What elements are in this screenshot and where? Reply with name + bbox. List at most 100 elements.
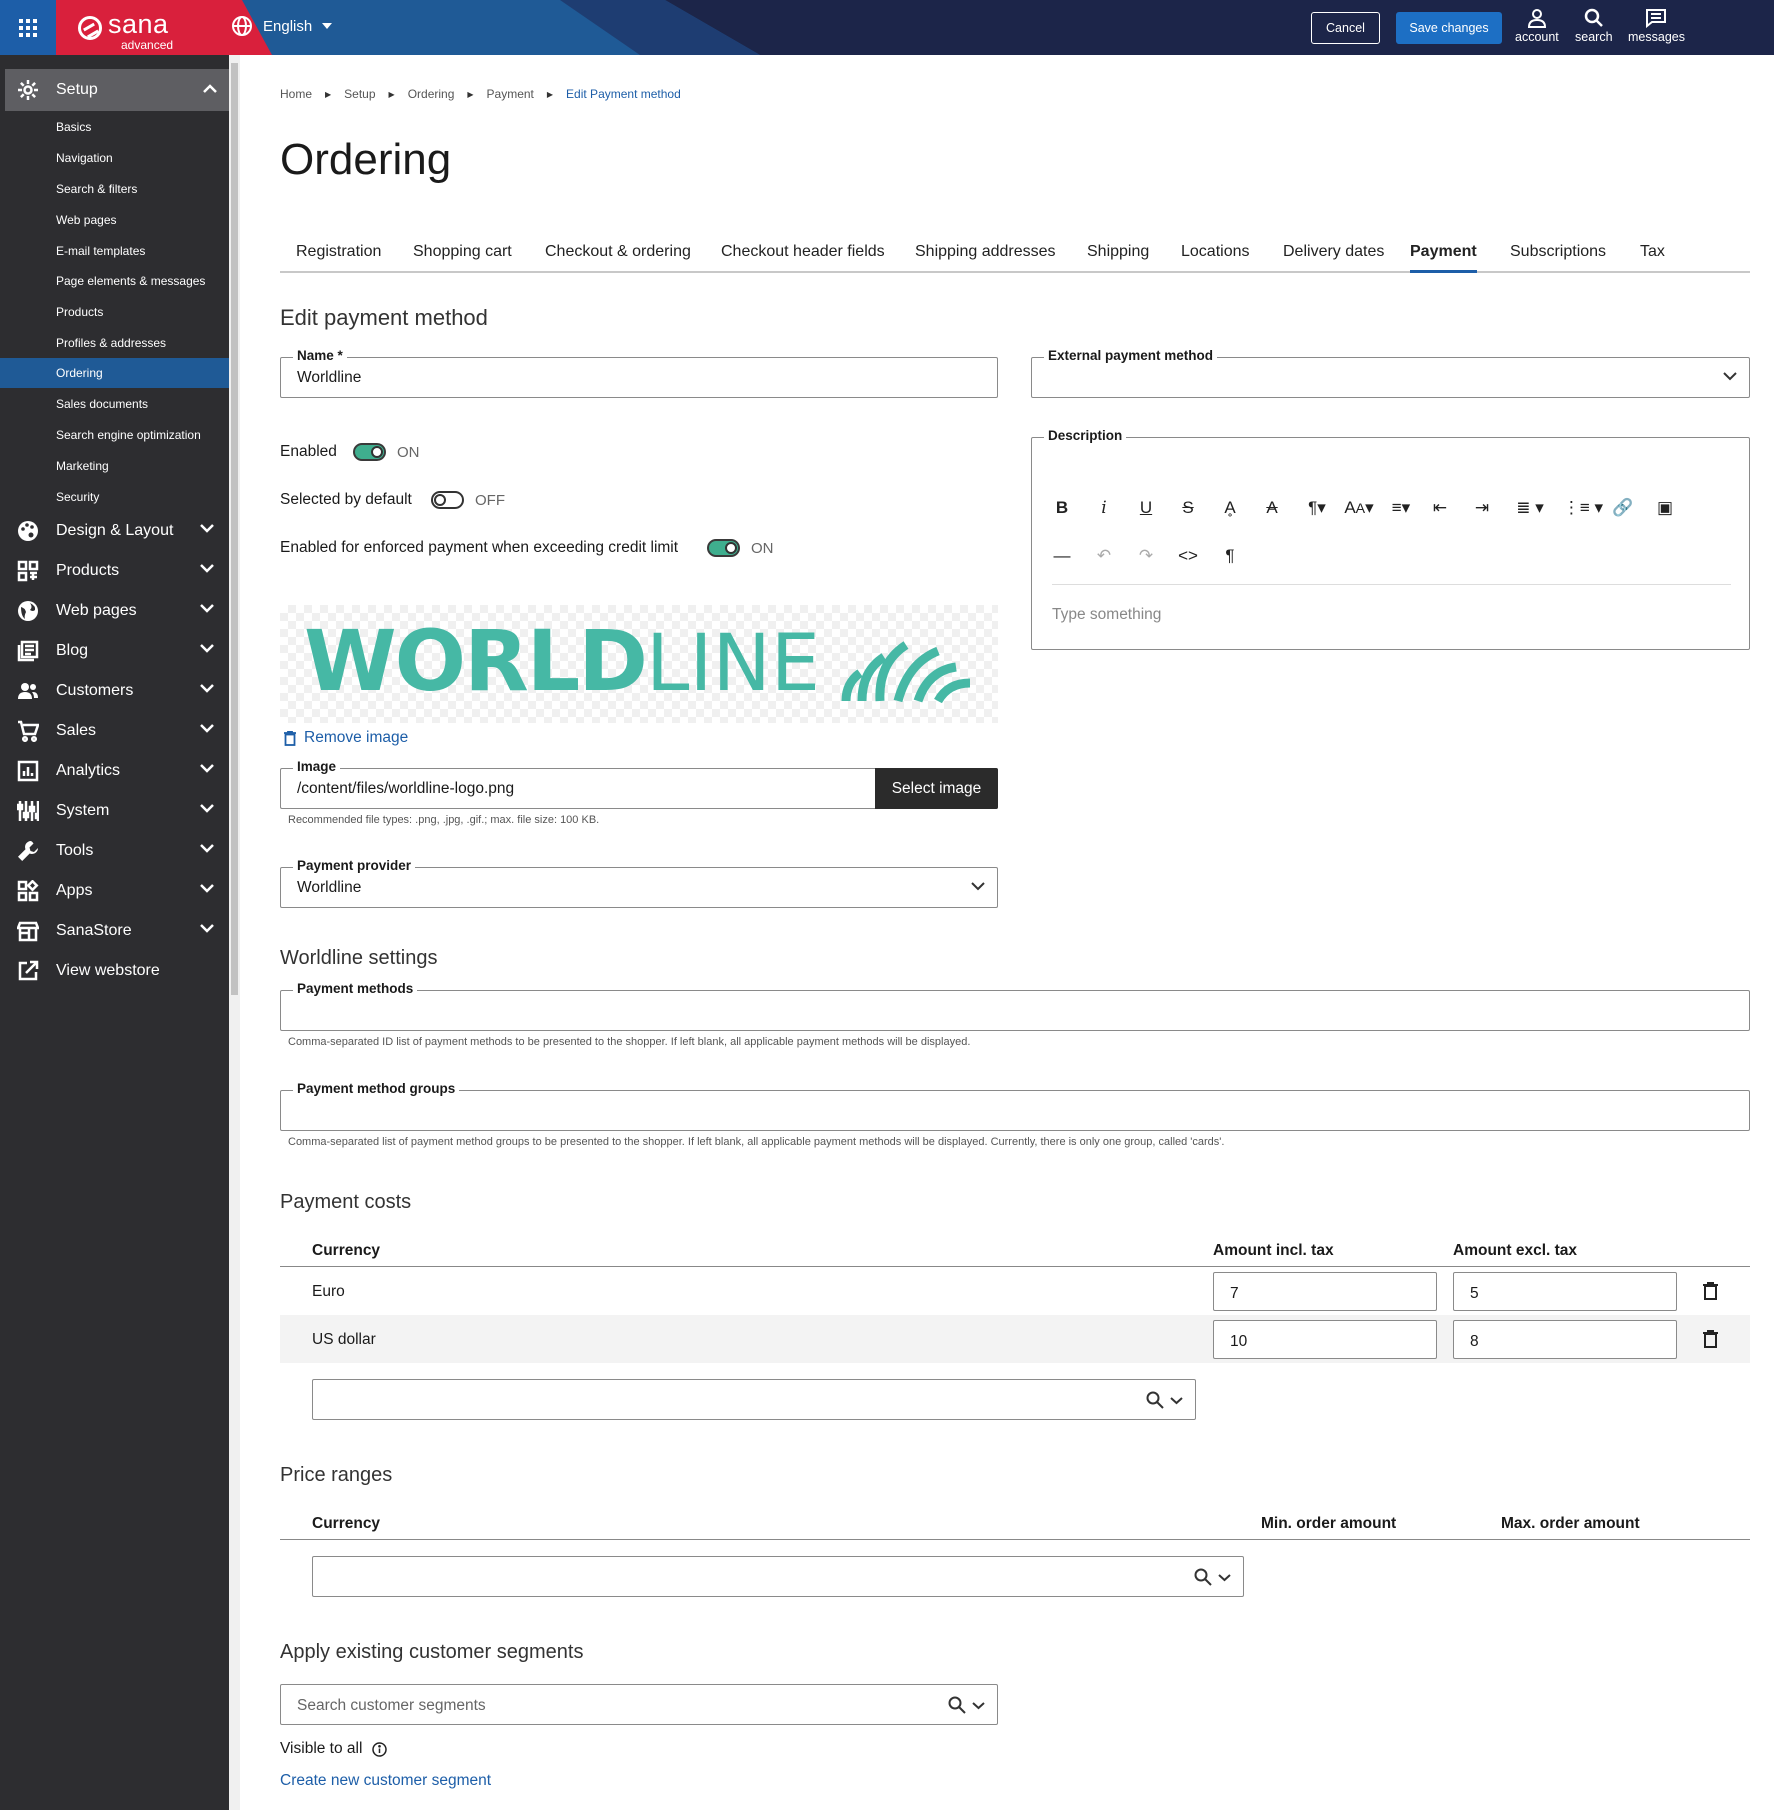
- sidebar-sub-item[interactable]: Navigation: [0, 143, 229, 173]
- customer-segments-search[interactable]: Search customer segments: [280, 1684, 998, 1725]
- column-header-max-order-amount: Max. order amount: [1501, 1515, 1640, 1532]
- amount-excl-tax-input[interactable]: 5: [1453, 1272, 1677, 1311]
- sidebar-sub-item[interactable]: Page elements & messages: [0, 266, 229, 296]
- cancel-button[interactable]: Cancel: [1311, 12, 1380, 44]
- tab-checkout-header-fields[interactable]: Checkout header fields: [721, 243, 885, 273]
- sidebar-item-tools[interactable]: Tools: [0, 831, 229, 871]
- amount-incl-tax-input[interactable]: 7: [1213, 1272, 1437, 1311]
- sidebar-item-apps[interactable]: Apps: [0, 871, 229, 911]
- sidebar-item-sanastore[interactable]: SanaStore: [0, 911, 229, 951]
- text-color-icon[interactable]: Ḁ: [1215, 498, 1245, 518]
- outdent-icon[interactable]: ⇤: [1425, 498, 1455, 518]
- description-placeholder[interactable]: Type something: [1052, 606, 1161, 624]
- tab-shipping[interactable]: Shipping: [1087, 243, 1149, 273]
- payment-method-groups-field[interactable]: Payment method groups: [280, 1081, 1750, 1131]
- tab-payment[interactable]: Payment: [1410, 243, 1477, 273]
- sidebar-item-system[interactable]: System: [0, 791, 229, 831]
- sidebar-section-setup[interactable]: Setup: [5, 69, 229, 111]
- sidebar-sub-item[interactable]: Products: [0, 297, 229, 327]
- messages-button[interactable]: messages: [1628, 8, 1685, 44]
- add-currency-combobox[interactable]: [312, 1379, 1196, 1420]
- show-blocks-icon[interactable]: ¶: [1215, 546, 1245, 566]
- sidebar-item-blog[interactable]: Blog: [0, 631, 229, 671]
- undo-icon[interactable]: ↶: [1089, 546, 1119, 566]
- italic-icon[interactable]: i: [1089, 498, 1119, 518]
- language-selector[interactable]: English: [231, 15, 333, 37]
- sidebar-sub-item[interactable]: Sales documents: [0, 389, 229, 419]
- sidebar-sub-item[interactable]: Search engine optimization: [0, 420, 229, 450]
- indent-icon[interactable]: ⇥: [1467, 498, 1497, 518]
- amount-incl-tax-input[interactable]: 10: [1213, 1320, 1437, 1359]
- sidebar-item-view-webstore[interactable]: View webstore: [0, 951, 229, 991]
- link-icon[interactable]: 🔗: [1608, 498, 1638, 518]
- sidebar-item-analytics[interactable]: Analytics: [0, 751, 229, 791]
- font-size-icon[interactable]: AA▾: [1341, 498, 1377, 518]
- tab-checkout-ordering[interactable]: Checkout & ordering: [545, 243, 691, 273]
- remove-image-link[interactable]: Remove image: [284, 729, 408, 747]
- redo-icon[interactable]: ↷: [1131, 546, 1161, 566]
- breadcrumb-setup[interactable]: Setup: [344, 87, 375, 101]
- add-price-range-currency-combobox[interactable]: [312, 1556, 1244, 1597]
- delete-row-icon[interactable]: [1703, 1330, 1718, 1348]
- sidebar-item-web-pages[interactable]: Web pages: [0, 591, 229, 631]
- unordered-list-icon[interactable]: ⋮≡ ▾: [1562, 498, 1604, 518]
- account-button[interactable]: account: [1515, 8, 1559, 44]
- sidebar-scrollbar-thumb[interactable]: [231, 63, 238, 995]
- delete-row-icon[interactable]: [1703, 1282, 1718, 1300]
- enforced-payment-toggle[interactable]: [707, 539, 740, 557]
- paragraph-format-icon[interactable]: ¶▾: [1299, 498, 1335, 518]
- save-changes-button[interactable]: Save changes: [1396, 12, 1502, 44]
- ordered-list-icon[interactable]: ≣ ▾: [1509, 498, 1551, 518]
- search-button[interactable]: search: [1575, 8, 1613, 44]
- sidebar-sub-item[interactable]: Basics: [0, 112, 229, 142]
- code-view-icon[interactable]: <>: [1173, 546, 1203, 566]
- sidebar-item-design-layout[interactable]: Design & Layout: [0, 511, 229, 551]
- create-customer-segment-link[interactable]: Create new customer segment: [280, 1772, 491, 1790]
- tab-delivery-dates[interactable]: Delivery dates: [1283, 243, 1384, 273]
- payment-provider-select[interactable]: Payment provider Worldline: [280, 858, 998, 908]
- info-icon[interactable]: [372, 1741, 388, 1757]
- tab-locations[interactable]: Locations: [1181, 243, 1250, 273]
- tab-registration[interactable]: Registration: [296, 243, 381, 273]
- horizontal-rule-icon[interactable]: —: [1047, 546, 1077, 566]
- clear-formatting-icon[interactable]: A: [1257, 498, 1287, 518]
- sidebar-sub-item[interactable]: Web pages: [0, 205, 229, 235]
- sidebar-item-products[interactable]: Products: [0, 551, 229, 591]
- sidebar-sub-item[interactable]: Security: [0, 482, 229, 512]
- align-icon[interactable]: ≡▾: [1383, 498, 1419, 518]
- sidebar-scrollbar[interactable]: [229, 55, 240, 1810]
- tab-subscriptions[interactable]: Subscriptions: [1510, 243, 1606, 273]
- description-editor[interactable]: Description B i U S Ḁ A ¶▾ AA▾ ≡▾ ⇤ ⇥ ≣…: [1031, 428, 1750, 650]
- sidebar-sub-item[interactable]: E-mail templates: [0, 236, 229, 266]
- bold-icon[interactable]: B: [1047, 498, 1077, 518]
- external-payment-method-select[interactable]: External payment method: [1031, 348, 1750, 398]
- sidebar-sub-item[interactable]: Profiles & addresses: [0, 328, 229, 358]
- amount-excl-tax-input[interactable]: 8: [1453, 1320, 1677, 1359]
- payment-methods-field[interactable]: Payment methods: [280, 981, 1750, 1031]
- sidebar-sub-item[interactable]: Search & filters: [0, 174, 229, 204]
- sidebar-item-customers[interactable]: Customers: [0, 671, 229, 711]
- tab-shopping-cart[interactable]: Shopping cart: [413, 243, 512, 273]
- column-header-amount-incl-tax: Amount incl. tax: [1213, 1242, 1334, 1259]
- breadcrumb-home[interactable]: Home: [280, 87, 312, 101]
- underline-icon[interactable]: U: [1131, 498, 1161, 518]
- chevron-down-icon: [200, 724, 214, 733]
- selected-by-default-toggle[interactable]: [431, 491, 464, 509]
- app-launcher-button[interactable]: [0, 0, 56, 55]
- sidebar-sub-item-active[interactable]: Ordering: [0, 358, 229, 388]
- tab-tax[interactable]: Tax: [1640, 243, 1665, 273]
- enabled-toggle[interactable]: [353, 443, 386, 461]
- breadcrumb-payment[interactable]: Payment: [487, 87, 534, 101]
- image-insert-icon[interactable]: ▣: [1650, 498, 1680, 518]
- select-image-button[interactable]: Select image: [875, 768, 998, 809]
- tab-shipping-addresses[interactable]: Shipping addresses: [915, 243, 1056, 273]
- sidebar-sub-item[interactable]: Marketing: [0, 451, 229, 481]
- sidebar: Setup Basics Navigation Search & filters…: [0, 55, 240, 1810]
- strikethrough-icon[interactable]: S: [1173, 498, 1203, 518]
- breadcrumb-ordering[interactable]: Ordering: [408, 87, 455, 101]
- section-heading-worldline-settings: Worldline settings: [280, 947, 438, 969]
- sidebar-item-sales[interactable]: Sales: [0, 711, 229, 751]
- chevron-down-icon: [200, 524, 214, 533]
- toggle-knob: [371, 446, 383, 458]
- name-field[interactable]: Name * Worldline: [280, 348, 998, 398]
